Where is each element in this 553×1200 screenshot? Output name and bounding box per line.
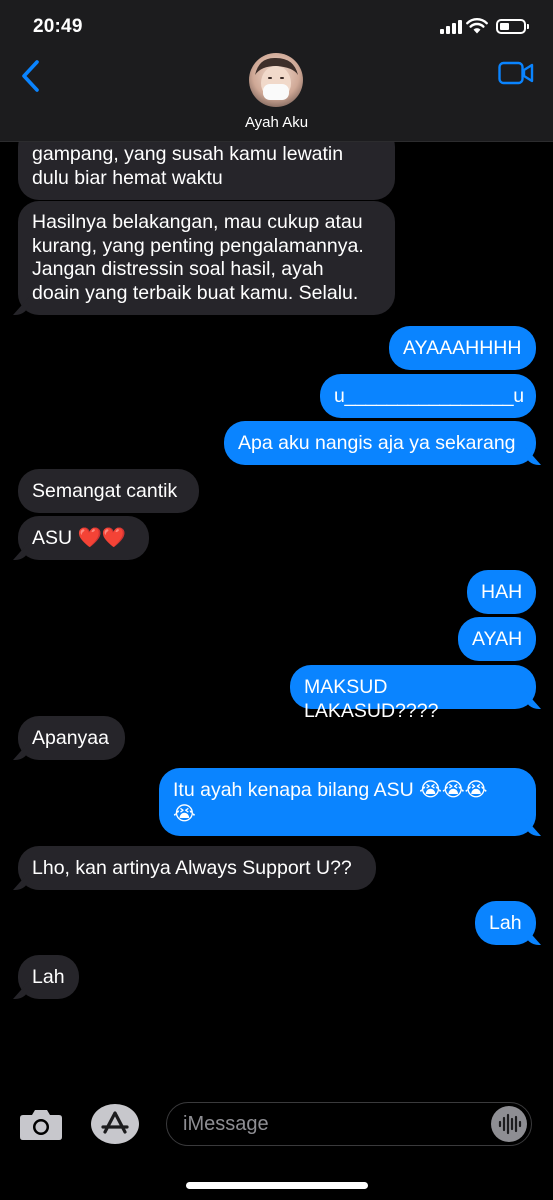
cellular-signal-icon — [440, 20, 464, 34]
message-bubble-sent[interactable]: MAKSUD LAKASUD???? — [290, 665, 536, 722]
camera-icon[interactable] — [19, 1107, 63, 1141]
app-store-icon[interactable] — [91, 1104, 139, 1144]
status-bar: 20:49 — [0, 0, 553, 50]
message-bubble-received[interactable]: Semangat cantik — [18, 469, 199, 513]
message-bubble-sent[interactable]: Apa aku nangis aja ya sekarang — [224, 421, 536, 465]
home-indicator[interactable] — [186, 1182, 368, 1189]
message-bubble-sent[interactable]: Lah — [475, 901, 536, 945]
message-bubble-received[interactable]: ASU ❤️❤️ — [18, 516, 149, 560]
message-bubble-sent[interactable]: AYAH — [458, 617, 536, 661]
message-bubble-sent[interactable]: u________________u — [320, 374, 536, 418]
message-bubble-sent[interactable]: HAH — [467, 570, 536, 614]
audio-waveform-icon[interactable] — [491, 1106, 527, 1142]
message-bubble-received[interactable]: Lah — [18, 955, 79, 999]
imessage-input[interactable]: iMessage — [166, 1102, 532, 1146]
message-bubble-sent[interactable]: AYAAAHHHH — [389, 326, 536, 370]
conversation-header: Ayah Aku — [0, 50, 553, 142]
message-list: gampang, yang susah kamu lewatin dulu bi… — [0, 0, 553, 1200]
wifi-icon — [466, 18, 488, 34]
imessage-placeholder: iMessage — [183, 1113, 269, 1135]
status-time: 20:49 — [33, 16, 83, 37]
back-chevron-icon[interactable] — [18, 58, 48, 94]
battery-icon — [496, 19, 529, 34]
message-bubble-received[interactable]: Hasilnya belakangan, mau cukup atau kura… — [18, 201, 395, 315]
contact-avatar[interactable] — [249, 53, 303, 107]
message-bubble-sent[interactable]: Itu ayah kenapa bilang ASU 😭😭😭 😭 — [159, 768, 536, 836]
message-bubble-received[interactable]: Apanyaa — [18, 716, 125, 760]
message-input-bar: iMessage — [0, 1090, 553, 1200]
message-bubble-received[interactable]: Lho, kan artinya Always Support U?? — [18, 846, 376, 890]
contact-name[interactable]: Ayah Aku — [0, 114, 553, 131]
video-camera-icon[interactable] — [498, 60, 534, 86]
